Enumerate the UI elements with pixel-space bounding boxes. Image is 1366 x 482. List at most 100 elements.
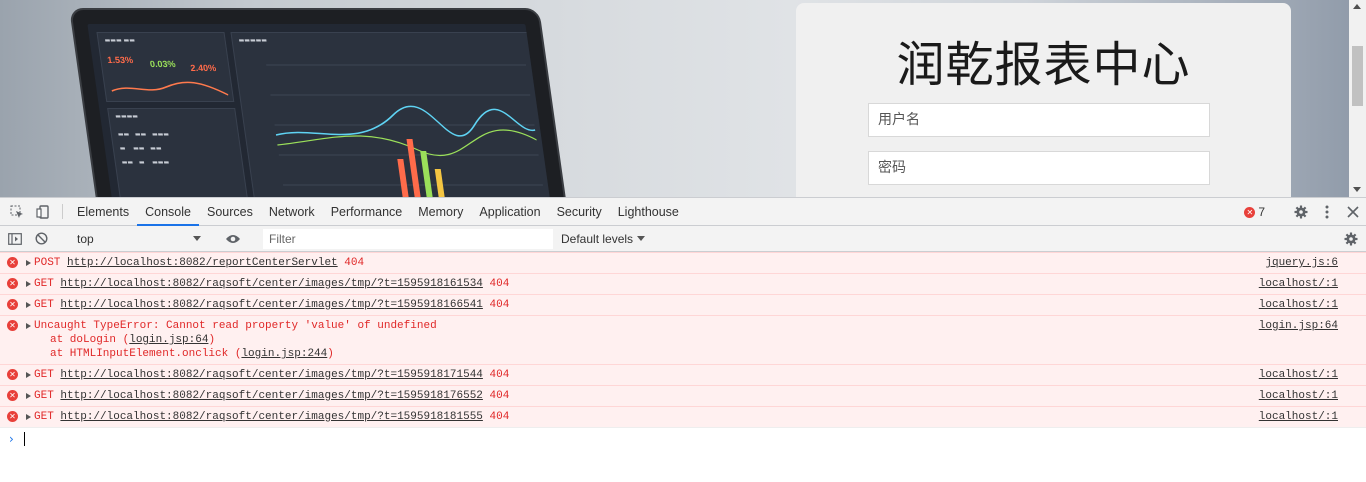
table-panel-row: ▬▬ ▬▬ ▬▬▬ (117, 131, 170, 138)
stack-source-link[interactable]: login.jsp:244 (241, 348, 327, 360)
context-selector[interactable]: top (71, 229, 207, 249)
filter-input[interactable] (263, 228, 553, 249)
table-panel: ▬▬▬▬ ▬▬ ▬▬ ▬▬▬ ▬ ▬▬ ▬▬ ▬▬ ▬ ▬▬▬ (107, 108, 251, 197)
scroll-down-arrow-icon[interactable] (1353, 187, 1361, 192)
source-link[interactable]: jquery.js:6 (1265, 256, 1338, 270)
request-url-link[interactable]: http://localhost:8082/raqsoft/center/ima… (60, 390, 482, 402)
sidebar-toggle-icon[interactable] (2, 232, 28, 245)
console-error-message[interactable]: ✕ GET http://localhost:8082/raqsoft/cent… (0, 273, 1366, 294)
expand-triangle-icon[interactable] (26, 281, 31, 287)
chevron-down-icon (637, 236, 646, 241)
device-toolbar-icon[interactable] (30, 198, 56, 225)
tab-network[interactable]: Network (261, 198, 323, 225)
tab-elements[interactable]: Elements (69, 198, 137, 225)
source-link[interactable]: localhost/:1 (1259, 410, 1338, 424)
console-toolbar: top Default levels (0, 226, 1366, 252)
source-link[interactable]: localhost/:1 (1259, 368, 1338, 382)
prompt-chevron-icon: › (9, 432, 14, 446)
status-code: 404 (489, 390, 510, 402)
error-text: Uncaught TypeError: Cannot read property… (34, 320, 437, 332)
password-input[interactable] (868, 151, 1210, 185)
chart-panel: ▬▬▬▬▬ (230, 32, 555, 197)
console-error-message[interactable]: ✕ GET http://localhost:8082/raqsoft/cent… (0, 294, 1366, 315)
tab-sources[interactable]: Sources (199, 198, 261, 225)
more-options-icon[interactable] (1314, 205, 1340, 219)
request-method: GET (34, 390, 54, 402)
console-error-message[interactable]: ✕ GET http://localhost:8082/raqsoft/cent… (0, 364, 1366, 385)
username-input[interactable] (868, 103, 1210, 137)
stack-suffix: ) (327, 348, 334, 360)
error-icon: ✕ (7, 278, 18, 289)
status-code: 404 (489, 278, 510, 290)
devtools-panel: Elements Console Sources Network Perform… (0, 197, 1366, 482)
source-link[interactable]: localhost/:1 (1259, 298, 1338, 312)
log-levels-dropdown[interactable]: Default levels (561, 231, 646, 246)
stack-prefix: at HTMLInputElement.onclick ( (50, 348, 242, 360)
kpi-value-1: 1.53% (106, 55, 134, 65)
laptop-image: ▬▬▬ ▬▬ 1.53% 0.03% 2.40% ▬▬▬▬ ▬▬ ▬▬ ▬▬▬ … (69, 8, 570, 197)
request-url-link[interactable]: http://localhost:8082/reportCenterServle… (67, 257, 338, 269)
error-icon: ✕ (7, 320, 18, 331)
error-icon: ✕ (7, 299, 18, 310)
chevron-down-icon (193, 236, 201, 241)
chart-panel-header: ▬▬▬▬▬ (238, 37, 268, 44)
console-prompt[interactable]: › (0, 427, 1366, 449)
login-card: 润乾报表中心 (796, 3, 1291, 197)
source-link[interactable]: localhost/:1 (1259, 277, 1338, 291)
context-value: top (77, 231, 94, 246)
kpi-value-2: 0.03% (149, 59, 177, 69)
expand-triangle-icon[interactable] (26, 323, 31, 329)
devtools-tabbar-right: ✕ 7 (1244, 198, 1366, 226)
stack-frame: at doLogin (login.jsp:64) (34, 333, 1336, 347)
tab-application[interactable]: Application (471, 198, 548, 225)
tab-performance[interactable]: Performance (323, 198, 411, 225)
console-error-message[interactable]: ✕ POST http://localhost:8082/reportCente… (0, 252, 1366, 273)
tab-console[interactable]: Console (137, 198, 199, 226)
request-url-link[interactable]: http://localhost:8082/raqsoft/center/ima… (60, 411, 482, 423)
tab-security[interactable]: Security (549, 198, 610, 225)
expand-triangle-icon[interactable] (26, 393, 31, 399)
tab-lighthouse[interactable]: Lighthouse (610, 198, 687, 225)
tab-memory[interactable]: Memory (410, 198, 471, 225)
page-scroll-thumb[interactable] (1352, 46, 1363, 106)
stack-source-link[interactable]: login.jsp:64 (129, 334, 208, 346)
status-code: 404 (489, 299, 510, 311)
expand-triangle-icon[interactable] (26, 302, 31, 308)
request-method: POST (34, 257, 61, 269)
log-levels-label: Default levels (561, 231, 634, 246)
console-error-message[interactable]: ✕ GET http://localhost:8082/raqsoft/cent… (0, 406, 1366, 427)
stack-prefix: at doLogin ( (50, 334, 130, 346)
source-link[interactable]: localhost/:1 (1259, 389, 1338, 403)
status-code: 404 (489, 411, 510, 423)
error-icon: ✕ (7, 390, 18, 401)
expand-triangle-icon[interactable] (26, 260, 31, 266)
close-icon[interactable] (1340, 206, 1366, 218)
error-icon: ✕ (1244, 206, 1256, 218)
live-expression-eye-icon[interactable] (220, 234, 246, 244)
request-url-link[interactable]: http://localhost:8082/raqsoft/center/ima… (60, 299, 482, 311)
request-method: GET (34, 369, 54, 381)
request-url-link[interactable]: http://localhost:8082/raqsoft/center/ima… (60, 369, 482, 381)
table-panel-row: ▬ ▬▬ ▬▬ (119, 145, 163, 152)
expand-triangle-icon[interactable] (26, 414, 31, 420)
text-caret (24, 432, 25, 446)
toolbar-divider (62, 204, 63, 219)
clear-console-icon[interactable] (28, 232, 54, 245)
request-url-link[interactable]: http://localhost:8082/raqsoft/center/ima… (60, 278, 482, 290)
page-scrollbar[interactable] (1349, 0, 1366, 197)
error-icon: ✕ (7, 257, 18, 268)
kpi-panel-header: ▬▬▬ ▬▬ (104, 37, 136, 44)
inspect-element-icon[interactable] (4, 198, 30, 225)
source-link[interactable]: login.jsp:64 (1259, 319, 1338, 333)
error-icon: ✕ (7, 411, 18, 422)
error-icon: ✕ (7, 369, 18, 380)
console-settings-gear-icon[interactable] (1338, 232, 1364, 246)
console-error-message[interactable]: ✕ Uncaught TypeError: Cannot read proper… (0, 315, 1366, 364)
error-counter[interactable]: ✕ 7 (1244, 205, 1265, 219)
scroll-up-arrow-icon[interactable] (1353, 4, 1361, 9)
expand-triangle-icon[interactable] (26, 372, 31, 378)
console-error-message[interactable]: ✕ GET http://localhost:8082/raqsoft/cent… (0, 385, 1366, 406)
settings-gear-icon[interactable] (1288, 205, 1314, 219)
dashboard-screen: ▬▬▬ ▬▬ 1.53% 0.03% 2.40% ▬▬▬▬ ▬▬ ▬▬ ▬▬▬ … (87, 24, 555, 197)
kpi-panel: ▬▬▬ ▬▬ 1.53% 0.03% 2.40% (96, 32, 235, 102)
